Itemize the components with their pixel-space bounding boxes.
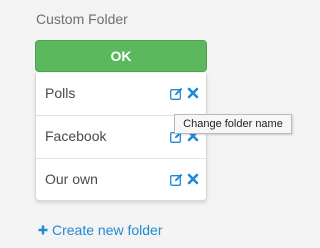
folder-name: Polls [45,85,76,101]
remove-icon[interactable] [187,173,199,185]
ok-button[interactable]: OK [35,40,207,72]
folder-name: Our own [45,171,98,187]
remove-icon[interactable] [187,87,199,99]
folder-item-polls[interactable]: Polls [36,73,206,115]
plus-icon [38,225,48,235]
tooltip: Change folder name [174,114,292,134]
create-folder-label: Create new folder [52,222,163,238]
edit-icon[interactable] [170,87,183,100]
folder-name: Facebook [45,128,107,144]
custom-folder-panel: Custom Folder OK Polls Facebook Our own … [0,0,309,248]
section-title: Custom Folder [36,11,128,27]
folder-item-our-own[interactable]: Our own [36,158,206,200]
edit-icon[interactable] [170,173,183,186]
folder-list: Polls Facebook Our own [35,73,207,201]
create-folder-link[interactable]: Create new folder [38,222,163,238]
